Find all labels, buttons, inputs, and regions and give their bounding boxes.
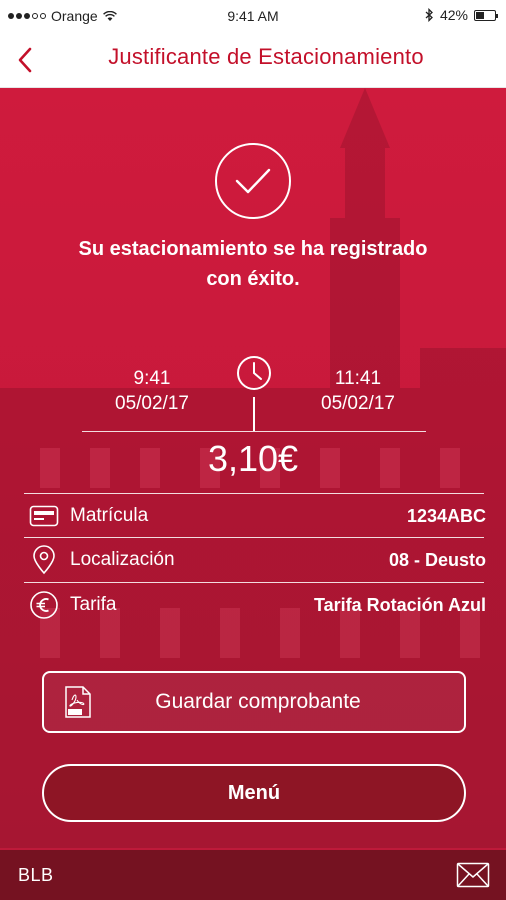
detail-label: Matrícula	[70, 505, 149, 526]
battery-percent: 42%	[439, 7, 468, 23]
nav-bar: Justificante de Estacionamiento	[0, 32, 506, 88]
detail-label: Tarifa	[70, 594, 117, 615]
detail-row-tarifa: Tarifa Tarifa Rotación Azul	[28, 585, 486, 625]
detail-row-localizacion: Localización 08 - Deusto	[28, 540, 486, 580]
success-message: Su estacionamiento se ha registrado con …	[40, 234, 466, 294]
success-check-icon	[215, 143, 291, 219]
success-message-line1: Su estacionamiento se ha registrado	[78, 238, 428, 260]
detail-row-matricula: Matrícula 1234ABC	[28, 496, 486, 536]
pdf-icon	[65, 686, 91, 718]
euro-icon	[28, 589, 60, 621]
success-message-line2: con éxito.	[206, 268, 300, 290]
divider	[82, 431, 426, 432]
divider	[24, 493, 484, 494]
brand-label: BLB	[18, 865, 54, 885]
status-bar: Orange 9:41 AM 42%	[0, 0, 506, 32]
menu-button-label: Menú	[227, 781, 281, 804]
license-plate-icon	[28, 500, 60, 532]
location-pin-icon	[28, 544, 60, 576]
clock-icon	[237, 356, 271, 390]
start-datetime: 9:41 05/02/17	[72, 366, 232, 416]
start-time: 9:41	[133, 368, 171, 389]
detail-label: Localización	[70, 549, 175, 570]
end-date: 05/02/17	[321, 393, 395, 414]
page-title: Justificante de Estacionamiento	[108, 44, 424, 69]
bluetooth-icon	[425, 8, 433, 22]
divider	[24, 537, 484, 538]
divider	[24, 582, 484, 583]
battery-icon	[474, 9, 498, 21]
detail-value: 08 - Deusto	[388, 549, 486, 570]
mail-icon[interactable]	[456, 862, 490, 888]
detail-value: Tarifa Rotación Azul	[313, 594, 486, 615]
end-time: 11:41	[334, 368, 382, 389]
price-amount: 3,10€	[207, 438, 299, 479]
start-date: 05/02/17	[115, 393, 189, 414]
receipt-panel: Su estacionamiento se ha registrado con …	[0, 88, 506, 850]
menu-button[interactable]: Menú	[42, 764, 466, 822]
clock-divider	[253, 397, 255, 431]
detail-value: 1234ABC	[406, 505, 486, 526]
save-receipt-label: Guardar comprobante	[155, 690, 361, 713]
battery-info: 42%	[425, 7, 498, 23]
save-receipt-button[interactable]: Guardar comprobante	[42, 671, 466, 733]
footer-bar: BLB	[0, 850, 506, 900]
end-datetime: 11:41 05/02/17	[278, 366, 438, 416]
